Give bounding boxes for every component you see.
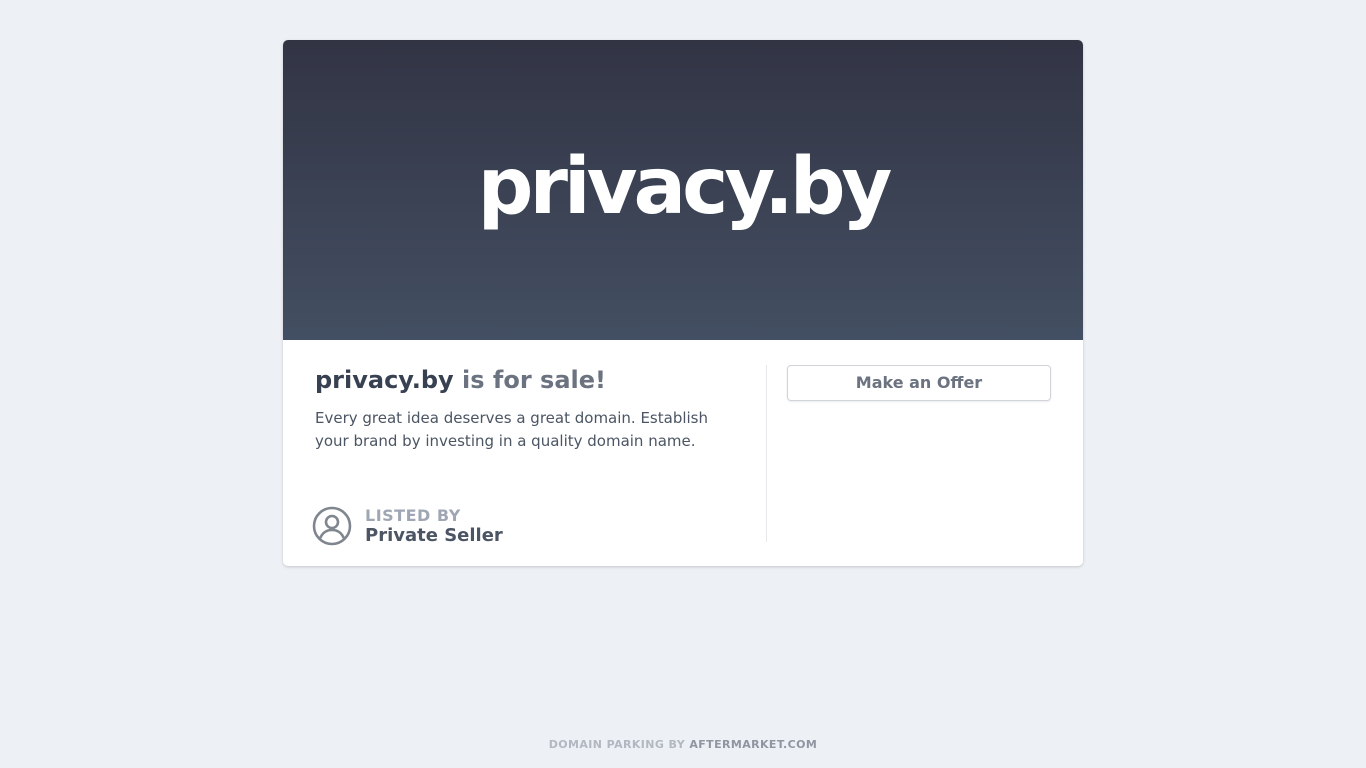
listing-description: Every great idea deserves a great domain… xyxy=(315,409,708,450)
seller-name: Private Seller xyxy=(365,524,503,546)
listing-details: privacy.by is for sale! Every great idea… xyxy=(315,365,735,453)
headline-suffix: is for sale! xyxy=(453,366,606,394)
sale-headline: privacy.by is for sale! xyxy=(315,365,735,395)
hero-banner: privacy.by xyxy=(283,40,1083,340)
seller-info: LISTED BY Private Seller xyxy=(312,505,503,547)
column-divider xyxy=(766,365,767,542)
hero-domain-name: privacy.by xyxy=(477,142,893,232)
footer-prefix: DOMAIN PARKING BY xyxy=(548,738,690,751)
footer: DOMAIN PARKING BY AFTERMARKET.COM xyxy=(0,738,1366,751)
headline-domain-name: privacy.by xyxy=(315,366,454,394)
listing-info: privacy.by is for sale! Every great idea… xyxy=(283,340,1083,566)
domain-sale-card: privacy.by privacy.by is for sale! Every… xyxy=(283,40,1083,566)
footer-brand-link[interactable]: AFTERMARKET.COM xyxy=(689,738,817,751)
seller-text: LISTED BY Private Seller xyxy=(365,505,503,546)
listed-by-label: LISTED BY xyxy=(365,505,461,525)
user-circle-icon xyxy=(312,506,352,546)
make-offer-button[interactable]: Make an Offer xyxy=(787,365,1051,401)
